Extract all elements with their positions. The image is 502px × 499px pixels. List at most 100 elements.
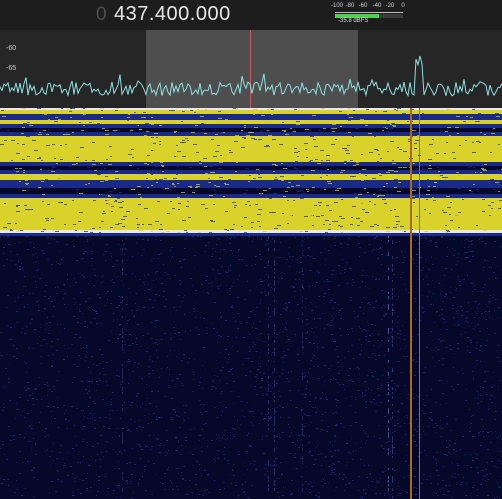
waterfall-cell bbox=[118, 468, 120, 469]
waterfall-cell bbox=[340, 172, 343, 173]
waterfall-cell bbox=[228, 359, 229, 360]
waterfall-cell bbox=[340, 196, 342, 197]
waterfall-cell bbox=[331, 365, 332, 366]
waterfall-cell bbox=[244, 299, 246, 300]
waterfall-cell bbox=[432, 357, 433, 358]
waterfall-cell bbox=[386, 227, 390, 228]
waterfall-cell bbox=[345, 243, 346, 244]
waterfall-cell bbox=[123, 157, 127, 158]
waterfall-cell bbox=[369, 244, 370, 245]
waterfall-cell bbox=[380, 493, 381, 494]
waterfall-cell bbox=[220, 251, 221, 252]
waterfall-cell bbox=[437, 495, 438, 496]
waterfall-cell bbox=[54, 121, 58, 122]
waterfall-cell bbox=[95, 402, 96, 403]
waterfall-cell bbox=[373, 353, 374, 354]
waterfall-cell bbox=[288, 424, 289, 425]
waterfall-cell bbox=[257, 329, 258, 330]
waterfall-cell bbox=[90, 413, 91, 414]
waterfall-cell bbox=[318, 202, 322, 203]
waterfall-cell bbox=[334, 436, 336, 437]
frequency-display[interactable]: 437.400.000 bbox=[114, 3, 231, 26]
waterfall-cell bbox=[40, 327, 41, 328]
waterfall-display[interactable] bbox=[0, 108, 502, 499]
waterfall-cell bbox=[143, 132, 145, 133]
waterfall-cell bbox=[268, 352, 269, 354]
waterfall-cell bbox=[350, 300, 352, 301]
waterfall-cell bbox=[151, 391, 153, 392]
waterfall-cell bbox=[7, 236, 9, 237]
waterfall-cell bbox=[223, 196, 225, 197]
waterfall-cell bbox=[130, 292, 131, 293]
waterfall-cell bbox=[330, 381, 331, 382]
waterfall-cell bbox=[92, 228, 95, 229]
waterfall-cell bbox=[126, 323, 128, 324]
waterfall-cell bbox=[221, 393, 222, 394]
waterfall-cell bbox=[216, 434, 217, 435]
waterfall-cell bbox=[349, 482, 351, 483]
waterfall-cell bbox=[182, 111, 185, 112]
waterfall-cell bbox=[480, 237, 482, 238]
waterfall-cell bbox=[6, 459, 8, 460]
waterfall-cell bbox=[75, 302, 76, 303]
waterfall-cell bbox=[226, 353, 228, 354]
waterfall-cell bbox=[244, 491, 245, 492]
waterfall-cell bbox=[388, 308, 389, 310]
waterfall-cell bbox=[25, 333, 27, 334]
waterfall-cell bbox=[219, 402, 221, 403]
waterfall-cell bbox=[351, 204, 355, 205]
waterfall-cell bbox=[205, 245, 207, 246]
waterfall-cell bbox=[171, 419, 173, 420]
waterfall-cell bbox=[140, 197, 142, 198]
waterfall-cell bbox=[490, 170, 493, 171]
waterfall-cell bbox=[237, 328, 239, 329]
waterfall-cell bbox=[38, 134, 42, 135]
waterfall-cell bbox=[358, 490, 359, 491]
waterfall-cell bbox=[394, 179, 398, 180]
waterfall-cell bbox=[445, 225, 447, 226]
waterfall-cell bbox=[443, 212, 445, 213]
waterfall-cell bbox=[203, 318, 205, 319]
waterfall-cell bbox=[288, 182, 291, 183]
waterfall-cell bbox=[428, 170, 431, 171]
waterfall-cell bbox=[136, 405, 137, 406]
waterfall-cell bbox=[156, 182, 158, 183]
waterfall-cell bbox=[193, 372, 195, 373]
waterfall-cell bbox=[493, 272, 495, 273]
waterfall-cell bbox=[19, 268, 21, 269]
waterfall-cell bbox=[101, 354, 103, 355]
waterfall-cell bbox=[83, 108, 85, 109]
waterfall-cell bbox=[384, 355, 385, 356]
waterfall-cell bbox=[311, 170, 315, 171]
waterfall-cell bbox=[213, 459, 215, 460]
waterfall-cell bbox=[171, 207, 173, 208]
frequency-lead-digit[interactable]: 0 bbox=[96, 4, 107, 26]
waterfall-cell bbox=[446, 206, 448, 207]
waterfall-cell bbox=[216, 186, 220, 187]
waterfall-cell bbox=[432, 139, 434, 140]
waterfall-cell bbox=[275, 257, 277, 258]
waterfall-cell bbox=[189, 167, 192, 168]
waterfall-cell bbox=[49, 124, 51, 125]
waterfall-cell bbox=[301, 409, 303, 410]
waterfall-cell bbox=[217, 238, 218, 239]
waterfall-cell bbox=[120, 302, 122, 303]
waterfall-cell bbox=[440, 420, 441, 421]
waterfall-cell bbox=[356, 162, 359, 163]
waterfall-cell bbox=[230, 435, 231, 436]
waterfall-cell bbox=[157, 439, 159, 440]
waterfall-cell bbox=[488, 205, 491, 206]
waterfall-cell bbox=[381, 385, 383, 386]
waterfall-cell bbox=[471, 416, 472, 417]
spectrum-plot[interactable]: -60 -65 bbox=[0, 30, 502, 108]
waterfall-cell bbox=[170, 337, 172, 338]
waterfall-cell bbox=[66, 134, 70, 135]
waterfall-cell bbox=[359, 256, 360, 257]
waterfall-cell bbox=[142, 239, 144, 240]
waterfall-cell bbox=[240, 178, 243, 179]
sdr-receiver-window: 0 437.400.000 -100 -80 -60 -40 -20 0 -35… bbox=[0, 0, 502, 499]
waterfall-cell bbox=[45, 451, 46, 452]
waterfall-cell bbox=[250, 149, 254, 150]
waterfall-cell bbox=[423, 479, 424, 480]
waterfall-cell bbox=[416, 216, 418, 217]
